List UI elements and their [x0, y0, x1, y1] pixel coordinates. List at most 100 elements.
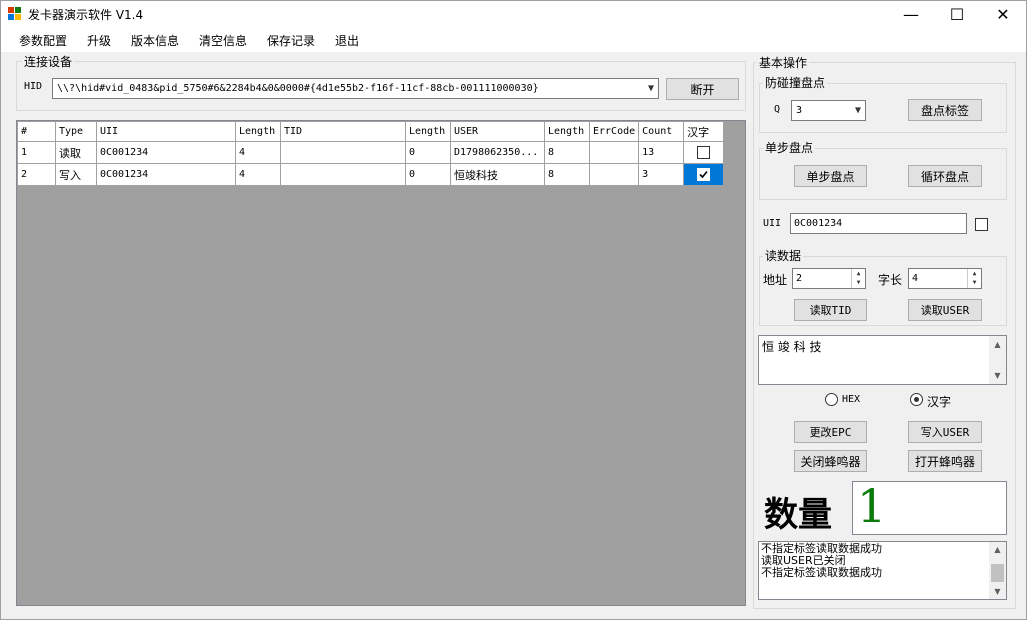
- menu-save-log[interactable]: 保存记录: [267, 32, 315, 49]
- cell-type: 读取: [55, 141, 97, 164]
- col-count[interactable]: Count: [638, 121, 685, 142]
- cell-num: 2: [17, 163, 56, 186]
- close-buzzer-button[interactable]: 关闭蜂鸣器: [794, 450, 867, 472]
- col-length-tid[interactable]: Length: [405, 121, 451, 142]
- log-scrollbar[interactable]: ▲ ▼: [989, 542, 1006, 599]
- scroll-down-icon[interactable]: ▼: [989, 371, 1006, 380]
- cell-type: 写入: [55, 163, 97, 186]
- scroll-down-icon[interactable]: ▼: [989, 587, 1006, 596]
- table-header-row: # Type UII Length TID Length USER Length…: [17, 121, 725, 142]
- menu-version-info[interactable]: 版本信息: [131, 32, 179, 49]
- count-label: 数量: [764, 495, 832, 535]
- cell-length-user: 8: [544, 141, 590, 164]
- connect-group-title: 连接设备: [22, 53, 75, 70]
- spin-down-icon[interactable]: ▼: [852, 278, 865, 287]
- col-length-uii[interactable]: Length: [235, 121, 281, 142]
- disconnect-button[interactable]: 断开: [666, 78, 739, 100]
- q-label: Q: [774, 104, 781, 115]
- cell-length-tid: 0: [405, 163, 451, 186]
- data-scrollbar[interactable]: ▲ ▼: [989, 336, 1006, 384]
- uii-input[interactable]: 0C001234: [790, 213, 967, 234]
- hanzi-checkbox-checked[interactable]: [697, 168, 711, 181]
- cell-hanzi-selected: [683, 163, 725, 186]
- log-scroll-thumb[interactable]: [991, 564, 1004, 582]
- hex-label: HEX: [842, 394, 861, 405]
- change-epc-button[interactable]: 更改EPC: [794, 421, 867, 443]
- col-num[interactable]: #: [17, 121, 56, 142]
- hanzi-checkbox[interactable]: [697, 146, 711, 159]
- cell-hanzi: [683, 141, 725, 164]
- q-value: 3: [796, 105, 803, 116]
- col-hanzi[interactable]: 汉字: [683, 121, 725, 142]
- menu-param-config[interactable]: 参数配置: [19, 32, 67, 49]
- title-bar: 发卡器演示软件 V1.4 — ☐ ✕: [1, 1, 1026, 28]
- device-path-select[interactable]: \\?\hid#vid_0483&pid_5750#6&2284b4&0&000…: [52, 78, 659, 99]
- word-len-spin-buttons[interactable]: ▲ ▼: [967, 269, 981, 288]
- hex-radio[interactable]: [825, 393, 838, 406]
- col-errcode[interactable]: ErrCode: [588, 121, 640, 142]
- data-textarea[interactable]: 恒 竣 科 技 ▲ ▼: [758, 335, 1007, 385]
- chevron-down-icon: ▼: [647, 83, 654, 94]
- maximize-button[interactable]: ☐: [934, 1, 980, 28]
- cell-length-uii: 4: [235, 141, 281, 164]
- cell-uii: 0C001234: [96, 163, 236, 186]
- cell-uii: 0C001234: [96, 141, 236, 164]
- cell-user: 恒竣科技: [450, 163, 545, 186]
- col-type[interactable]: Type: [55, 121, 97, 142]
- menu-exit[interactable]: 退出: [335, 32, 359, 49]
- addr-stepper[interactable]: 2 ▲ ▼: [792, 268, 866, 289]
- basic-ops-title: 基本操作: [757, 54, 810, 71]
- tag-grid[interactable]: # Type UII Length TID Length USER Length…: [16, 120, 746, 606]
- cell-tid: [280, 163, 406, 186]
- single-step-title: 单步盘点: [763, 139, 816, 156]
- cell-count: 13: [638, 141, 685, 164]
- cell-tid: [280, 141, 406, 164]
- minimize-button[interactable]: —: [888, 1, 934, 28]
- loop-inventory-button[interactable]: 循环盘点: [908, 165, 982, 187]
- scroll-up-icon[interactable]: ▲: [989, 340, 1006, 349]
- open-buzzer-button[interactable]: 打开蜂鸣器: [908, 450, 982, 472]
- port-label: HID: [24, 81, 43, 92]
- menu-upgrade[interactable]: 升级: [87, 32, 111, 49]
- menu-clear-info[interactable]: 清空信息: [199, 32, 247, 49]
- app-window: 发卡器演示软件 V1.4 — ☐ ✕ 参数配置 升级 版本信息 清空信息 保存记…: [0, 0, 1027, 620]
- addr-value: 2: [796, 273, 803, 284]
- inventory-tags-button[interactable]: 盘点标签: [908, 99, 982, 121]
- spin-up-icon[interactable]: ▲: [968, 269, 981, 278]
- spin-up-icon[interactable]: ▲: [852, 269, 865, 278]
- col-uii[interactable]: UII: [96, 121, 236, 142]
- cell-num: 1: [17, 141, 56, 164]
- check-icon: [699, 170, 708, 179]
- word-len-label: 字长: [878, 273, 903, 287]
- single-inventory-button[interactable]: 单步盘点: [794, 165, 867, 187]
- cell-count: 3: [638, 163, 685, 186]
- scroll-up-icon[interactable]: ▲: [989, 545, 1006, 554]
- word-len-stepper[interactable]: 4 ▲ ▼: [908, 268, 982, 289]
- q-select[interactable]: 3 ▼: [791, 100, 866, 121]
- table-row[interactable]: 1 读取 0C001234 4 0 D1798062350... 8 13: [17, 141, 725, 164]
- table-row[interactable]: 2 写入 0C001234 4 0 恒竣科技 8 3: [17, 163, 725, 186]
- read-user-button[interactable]: 读取USER: [908, 299, 982, 321]
- close-button[interactable]: ✕: [980, 1, 1026, 28]
- count-display: 1: [852, 479, 1007, 535]
- col-user[interactable]: USER: [450, 121, 545, 142]
- spin-down-icon[interactable]: ▼: [968, 278, 981, 287]
- cell-length-user: 8: [544, 163, 590, 186]
- hanzi-label: 汉字: [927, 395, 952, 409]
- col-length-user[interactable]: Length: [544, 121, 590, 142]
- cell-length-tid: 0: [405, 141, 451, 164]
- write-user-button[interactable]: 写入USER: [908, 421, 982, 443]
- uii-checkbox[interactable]: [975, 218, 988, 231]
- addr-spin-buttons[interactable]: ▲ ▼: [851, 269, 865, 288]
- cell-length-uii: 4: [235, 163, 281, 186]
- hanzi-radio[interactable]: [910, 393, 923, 406]
- cell-errcode: [588, 163, 640, 186]
- count-value: 1: [857, 479, 887, 533]
- read-tid-button[interactable]: 读取TID: [794, 299, 867, 321]
- log-lines: 不指定标签读取数据成功 读取USER已关闭 不指定标签读取数据成功: [761, 543, 882, 579]
- word-len-value: 4: [912, 273, 919, 284]
- log-line: 不指定标签读取数据成功: [761, 566, 882, 579]
- chevron-down-icon: ▼: [854, 105, 861, 116]
- log-textarea[interactable]: 不指定标签读取数据成功 读取USER已关闭 不指定标签读取数据成功 ▲ ▼: [758, 541, 1007, 600]
- col-tid[interactable]: TID: [280, 121, 406, 142]
